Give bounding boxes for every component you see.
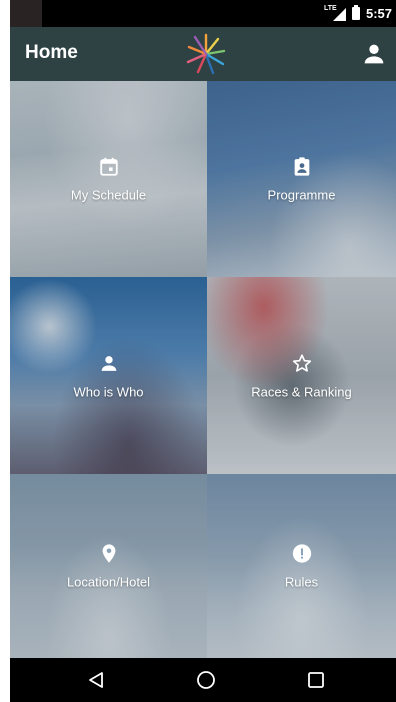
app-bar: Home — [10, 27, 396, 81]
starburst-logo-icon — [186, 33, 226, 75]
status-indicators: LTE 5:57 — [324, 0, 392, 27]
tile-label: Programme — [267, 187, 336, 203]
home-circle-icon — [197, 671, 215, 689]
back-triangle-icon — [89, 672, 103, 688]
tile-my-schedule[interactable]: My Schedule — [10, 81, 207, 277]
back-button[interactable] — [66, 658, 126, 702]
exclamation-circle-icon — [292, 544, 311, 563]
tile-label: My Schedule — [70, 187, 147, 203]
tile-label: Races & Ranking — [251, 384, 352, 399]
home-menu-grid: My Schedule Programme Who is Who Races &… — [10, 81, 396, 658]
person-icon — [101, 355, 116, 371]
badge-icon — [294, 157, 309, 176]
system-nav-bar — [10, 658, 396, 702]
tile-label: Who is Who — [73, 384, 144, 399]
person-icon — [364, 44, 384, 64]
star-outline-icon — [292, 353, 311, 372]
notification-thumbnail — [10, 0, 42, 27]
tile-rules[interactable]: Rules — [207, 474, 396, 658]
recents-square-icon — [308, 672, 324, 688]
battery-icon — [351, 5, 360, 20]
page-title: Home — [25, 42, 78, 63]
home-button[interactable] — [176, 658, 236, 702]
tile-races-ranking[interactable]: Races & Ranking — [207, 277, 396, 474]
tile-label: Location/Hotel — [66, 574, 151, 590]
clock: 5:57 — [365, 6, 392, 21]
status-bar: LTE 5:57 — [10, 0, 396, 27]
tile-label: Rules — [284, 574, 319, 590]
recents-button[interactable] — [286, 658, 346, 702]
location-pin-icon — [102, 544, 115, 563]
calendar-icon — [99, 157, 118, 176]
tile-location-hotel[interactable]: Location/Hotel — [10, 474, 207, 658]
tile-who-is-who[interactable]: Who is Who — [10, 277, 207, 474]
account-button[interactable] — [360, 40, 388, 68]
tile-programme[interactable]: Programme — [207, 81, 396, 277]
lte-signal-icon: LTE — [324, 5, 346, 21]
